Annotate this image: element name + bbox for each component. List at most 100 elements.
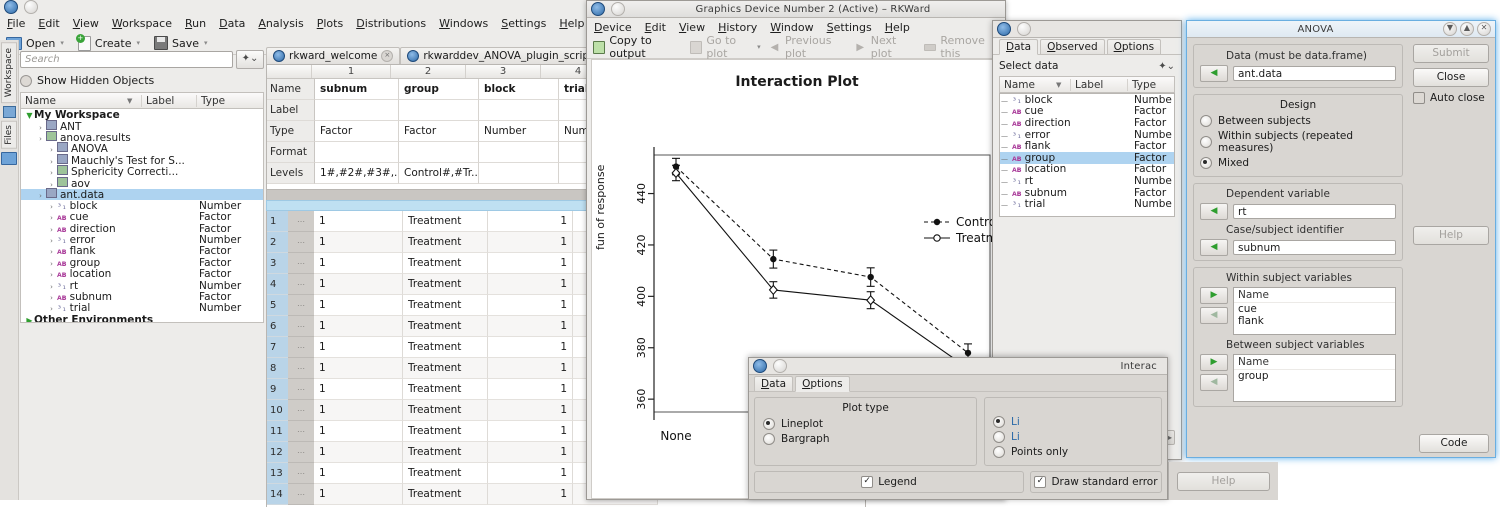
table-cell[interactable]: 1 [314,316,403,337]
menu-workspace[interactable]: Workspace [112,17,172,30]
expander-icon[interactable]: › [47,271,56,279]
data-field[interactable]: ant.data [1233,66,1396,81]
tree-item-location[interactable]: › ᴀʙ location Factor [21,268,263,280]
menu-file[interactable]: File [7,17,25,30]
close-icon[interactable]: × [381,50,394,62]
variable-item-group[interactable]: — ᴀʙ group Factor [1000,152,1174,164]
between-add-button[interactable]: ▶ [1200,354,1228,371]
row-grip[interactable]: ⋯ [288,484,314,505]
radio-within[interactable] [1200,136,1212,148]
gdev-menu-history[interactable]: History [718,21,757,34]
table-cell[interactable]: 1 [488,316,573,337]
metadata-cell[interactable]: block [479,79,559,100]
row-grip[interactable]: ⋯ [288,211,314,232]
row-grip[interactable]: ⋯ [288,463,314,484]
table-cell[interactable]: 1 [488,442,573,463]
seldata-window-menu-button[interactable] [1017,22,1031,36]
col-label[interactable]: Label [141,94,196,107]
code-button[interactable]: Code [1419,434,1489,453]
help-button[interactable]: Help [1413,226,1489,245]
table-cell[interactable]: 1 [314,400,403,421]
tree-item-flank[interactable]: › ᴀʙ flank Factor [21,245,263,257]
table-cell[interactable]: 1 [488,358,573,379]
seldata-tab-options[interactable]: Options [1106,39,1162,54]
design-option-between[interactable]: Between subjects [1200,115,1396,127]
chevron-down-icon[interactable]: ▼ [1052,81,1070,89]
radio-lineplot[interactable] [763,418,775,430]
table-cell[interactable]: 1 [488,274,573,295]
tree-item-direction[interactable]: › ᴀʙ direction Factor [21,223,263,235]
radio-bargraph[interactable] [763,433,775,445]
gdev-copy-to-output-button[interactable]: Copy to output [593,34,680,60]
variable-item-direction[interactable]: — ᴀʙ direction Factor [1000,117,1174,129]
metadata-cell[interactable] [399,100,479,121]
table-cell[interactable]: 1 [488,295,573,316]
col-label[interactable]: Label [1070,78,1127,91]
close-button[interactable]: Close [1413,68,1489,87]
row-grip[interactable]: ⋯ [288,337,314,358]
metadata-cell[interactable] [479,142,559,163]
maximize-icon[interactable]: ▲ [1460,22,1474,36]
table-cell[interactable]: 1 [314,379,403,400]
metadata-cell[interactable]: Control#,#Tr... [399,163,479,184]
table-cell[interactable]: 1 [488,400,573,421]
expander-icon[interactable]: › [47,214,56,222]
table-cell[interactable]: 1 [314,211,403,232]
submit-button[interactable]: Submit [1413,44,1489,63]
expander-icon[interactable]: ▼ [25,111,34,120]
within-remove-button[interactable]: ◀ [1200,307,1228,324]
table-cell[interactable]: Treatment [403,253,488,274]
gdev-remove-this-button[interactable]: Remove this [923,34,999,60]
within-listbox[interactable]: Name cue flank [1233,287,1396,335]
metadata-cell[interactable] [479,163,559,184]
table-cell[interactable]: 1 [314,358,403,379]
row-grip[interactable]: ⋯ [288,421,314,442]
radio-points-only[interactable] [993,446,1005,458]
variable-item-rt[interactable]: — ³₁ rt Numbe [1000,175,1174,187]
variable-item-flank[interactable]: — ᴀʙ flank Factor [1000,140,1174,152]
data-select-button[interactable]: ◀ [1200,65,1228,82]
workspace-tree-header[interactable]: Name ▼ Label Type [20,92,264,109]
gdev-menu-edit[interactable]: Edit [645,21,666,34]
row-grip[interactable]: ⋯ [288,274,314,295]
metadata-col-3[interactable]: 3 [466,65,541,78]
show-hidden-objects-row[interactable]: Show Hidden Objects [20,74,264,87]
row-grip[interactable]: ⋯ [288,253,314,274]
list-item[interactable]: group [1234,370,1395,382]
tree-item-trial[interactable]: › ³₁ trial Number [21,302,263,314]
table-cell[interactable]: 1 [314,232,403,253]
table-cell[interactable]: Treatment [403,337,488,358]
metadata-cell[interactable] [479,100,559,121]
row-grip[interactable]: ⋯ [288,379,314,400]
metadata-cell[interactable]: 1#,#2#,#3#,... [315,163,399,184]
expander-icon[interactable]: ▶ [25,316,34,322]
between-remove-button[interactable]: ◀ [1200,374,1228,391]
variable-list-header[interactable]: Name ▼ Label Type [999,76,1175,93]
variable-list[interactable]: — ³₁ block Numbe — ᴀʙ cue Factor — ᴀʙ direction Fac… [999,93,1175,217]
show-hidden-checkbox[interactable] [20,74,32,87]
anova-titlebar[interactable]: ANOVA ▼ ▲ ✕ [1187,21,1495,38]
table-cell[interactable]: 1 [314,253,403,274]
line-option-1[interactable]: Li [993,416,1153,428]
gdev-menu-help[interactable]: Help [885,21,910,34]
metadata-col-2[interactable]: 2 [391,65,466,78]
iplot-titlebar[interactable]: Interac [749,358,1167,375]
metadata-cell[interactable] [315,142,399,163]
table-cell[interactable]: Treatment [403,358,488,379]
row-grip[interactable]: ⋯ [288,358,314,379]
menu-view[interactable]: View [73,17,99,30]
menu-run[interactable]: Run [185,17,206,30]
design-option-within[interactable]: Within subjects (repeated measures) [1200,130,1396,154]
table-cell[interactable]: 1 [314,337,403,358]
editor-tab-rkward-welcome[interactable]: rkward_welcome × [266,47,401,64]
table-cell[interactable]: Treatment [403,484,488,505]
variable-item-block[interactable]: — ³₁ block Numbe [1000,94,1174,106]
wand-icon[interactable]: ✦⌄ [236,50,264,69]
tree-item-other-environments[interactable]: ▶Other Environments [21,314,263,322]
workspace-tree[interactable]: ▼My Workspace › ANT › anova.results › ANOVA › Ma… [20,109,264,323]
menu-data[interactable]: Data [219,17,245,30]
radio-between[interactable] [1200,115,1212,127]
line-option-points-only[interactable]: Points only [993,446,1153,458]
table-cell[interactable]: 1 [488,337,573,358]
row-grip[interactable]: ⋯ [288,400,314,421]
